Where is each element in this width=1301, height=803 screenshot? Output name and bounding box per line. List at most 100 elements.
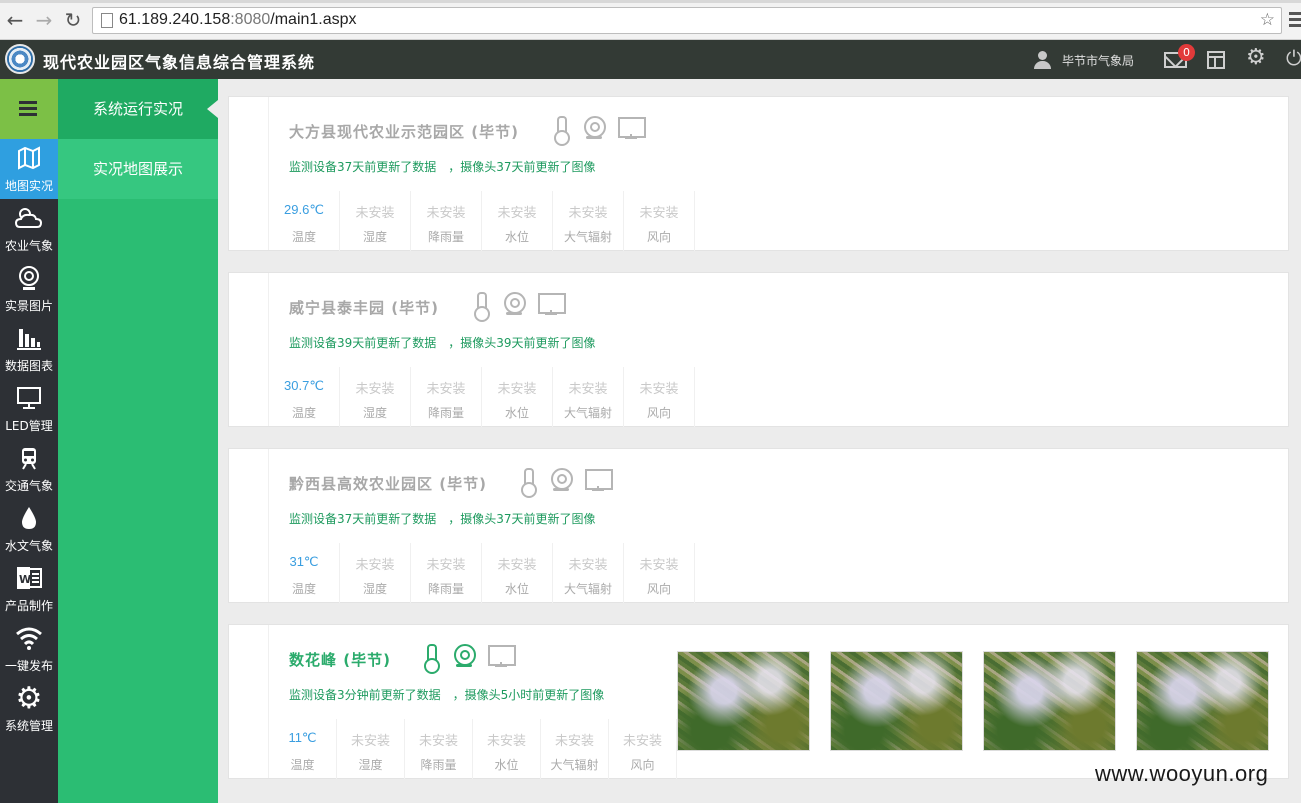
metric-label: 温度 [290,758,315,772]
device-icons [516,467,613,498]
metric-label: 风向 [646,230,671,244]
update-status: 监测设备37天前更新了数据 ，摄像头37天前更新了图像 [289,158,596,175]
camera-icon[interactable] [550,467,574,493]
metric-value: 31℃ [289,554,319,569]
metric-radiation: 未安装 大气辐射 [553,191,624,251]
settings-gear-icon[interactable]: ⚙ [1246,47,1268,69]
bookmark-star-icon[interactable]: ☆ [1260,10,1275,30]
device-icons [469,291,566,322]
data-update-text: 监测设备39天前更新了数据 [289,336,437,350]
update-status: 监测设备39天前更新了数据 ，摄像头39天前更新了图像 [289,334,596,351]
station-title[interactable]: 威宁县泰丰园 (毕节) [289,297,439,318]
metric-value: 未安装 [568,205,608,220]
sidebar-item-system[interactable]: ⚙ 系统管理 [0,679,58,739]
monitor-icon[interactable] [487,643,516,669]
browser-menu-icon[interactable] [1289,9,1301,29]
sidebar-item-hydro[interactable]: 水文气象 [0,499,58,559]
metric-value: 29.6℃ [284,202,324,217]
watermark: www.wooyun.org [1095,761,1269,786]
metric-value: 未安装 [418,733,458,748]
thermometer-icon[interactable] [549,115,573,146]
metric-value: 未安装 [426,205,466,220]
metric-water-level: 未安装 水位 [473,719,541,779]
camera-photo-thumbnail[interactable] [1136,651,1269,751]
monitor-icon[interactable] [617,115,646,141]
metric-rainfall: 未安装 降雨量 [411,367,482,427]
metric-value: 未安装 [497,205,537,220]
sidebar-item-publish[interactable]: 一键发布 [0,619,58,679]
metric-value: 未安装 [426,381,466,396]
data-update-text: 监测设备37天前更新了数据 [289,512,437,526]
metric-rainfall: 未安装 降雨量 [411,191,482,251]
address-bar[interactable]: 61.189.240.158:8080/main1.aspx ☆ [92,7,1282,34]
back-arrow-icon[interactable]: ← [4,9,26,31]
sidebar-item-agri-weather[interactable]: 农业气象 [0,199,58,259]
sidebar-item-label: 水文气象 [4,539,53,553]
metric-value: 未安装 [639,205,679,220]
metric-wind-direction: 未安装 风向 [609,719,677,779]
metric-water-level: 未安装 水位 [482,191,553,251]
sidebar-item-label: 交通气象 [4,479,53,493]
metric-value: 未安装 [350,733,390,748]
station-card: 黔西县高效农业园区 (毕节) 监测设备37天前更新了数据 ，摄像头37天前更新了图… [228,448,1289,603]
metric-humidity: 未安装 湿度 [337,719,405,779]
metric-radiation: 未安装 大气辐射 [541,719,609,779]
image-update-text: ，摄像头37天前更新了图像 [448,160,596,174]
camera-icon[interactable] [583,115,607,141]
sidebar-item-led[interactable]: LED管理 [0,379,58,439]
metric-humidity: 未安装 湿度 [340,367,411,427]
metric-value: 30.7℃ [284,378,324,393]
station-card: 数花峰 (毕节) 监测设备3分钟前更新了数据 ，摄像头5小时前更新了图像 11℃ 温… [228,624,1289,779]
metrics-row: 31℃ 温度 未安装 湿度 未安装 降雨量 未安装 水位 未安装 大气辐射 未安装 风向 [269,543,695,603]
camera-photo-thumbnail[interactable] [830,651,963,751]
metric-value: 未安装 [486,733,526,748]
metric-label: 风向 [630,758,655,772]
layout-icon[interactable] [1207,51,1225,69]
app-header: 现代农业园区气象信息综合管理系统 毕节市气象局 ⚙ ⏻ [0,40,1301,79]
thermometer-icon[interactable] [516,467,540,498]
power-icon[interactable]: ⏻ [1286,48,1301,68]
logo-icon [5,44,35,74]
metrics-row: 29.6℃ 温度 未安装 湿度 未安装 降雨量 未安装 水位 未安装 大气辐射 未安装 风向 [269,191,695,251]
sidebar-item-map[interactable]: 地图实况 [0,139,58,199]
camera-icon[interactable] [453,643,477,669]
metric-label: 湿度 [362,406,387,420]
sidebar-item-products[interactable]: W 产品制作 [0,559,58,619]
card-gutter [229,97,269,250]
station-title[interactable]: 数花峰 (毕节) [289,649,391,670]
camera-photo-thumbnail[interactable] [983,651,1116,751]
url-text[interactable]: 61.189.240.158:8080/main1.aspx [119,11,357,29]
metric-label: 降雨量 [420,758,457,772]
metric-rainfall: 未安装 降雨量 [405,719,473,779]
user-menu[interactable]: 毕节市气象局 [1033,49,1134,71]
forward-arrow-icon[interactable]: → [33,9,55,31]
camera-icon[interactable] [503,291,527,317]
monitor-icon[interactable] [584,467,613,493]
camera-icon [14,265,44,293]
metric-value: 未安装 [639,381,679,396]
reload-icon[interactable]: ↻ [62,9,84,31]
submenu-item-system-status[interactable]: 系统运行实况 [58,79,218,139]
station-title[interactable]: 大方县现代农业示范园区 (毕节) [289,121,519,142]
sidebar-item-photos[interactable]: 实景图片 [0,259,58,319]
metric-value: 未安装 [355,205,395,220]
menu-toggle-button[interactable] [0,79,58,139]
list-icon [19,101,37,117]
submenu-item-map-display[interactable]: 实况地图展示 [58,139,218,199]
thermometer-icon[interactable] [419,643,443,674]
update-status: 监测设备37天前更新了数据 ，摄像头37天前更新了图像 [289,510,596,527]
gear-icon: ⚙ [15,681,43,716]
page-icon [101,13,113,28]
map-icon [14,145,44,173]
metric-label: 湿度 [358,758,383,772]
url-path: /main1.aspx [270,11,357,28]
metrics-row: 30.7℃ 温度 未安装 湿度 未安装 降雨量 未安装 水位 未安装 大气辐射 未安装 风向 [269,367,695,427]
camera-photo-thumbnail[interactable] [677,651,810,751]
sidebar-item-charts[interactable]: 数据图表 [0,319,58,379]
station-title[interactable]: 黔西县高效农业园区 (毕节) [289,473,487,494]
sidebar-item-label: 产品制作 [4,599,53,613]
metric-label: 水位 [504,230,529,244]
sidebar-item-traffic[interactable]: 交通气象 [0,439,58,499]
thermometer-icon[interactable] [469,291,493,322]
monitor-icon[interactable] [537,291,566,317]
